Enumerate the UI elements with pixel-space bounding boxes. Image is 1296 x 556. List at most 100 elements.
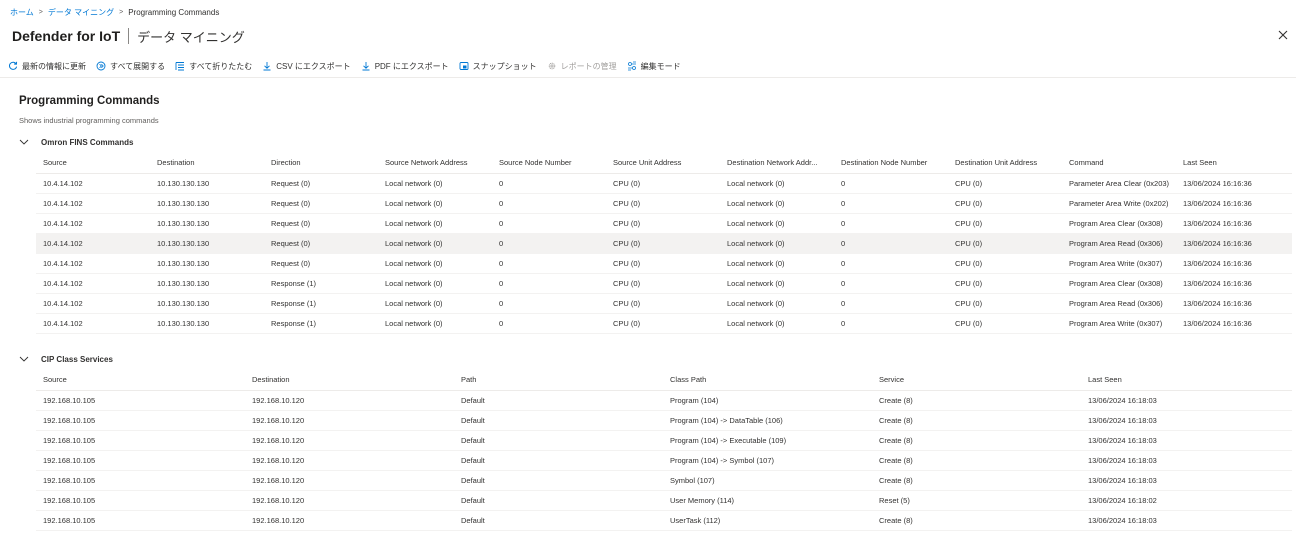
column-header[interactable]: Source Network Address bbox=[378, 153, 492, 174]
column-header[interactable]: Source Unit Address bbox=[606, 153, 720, 174]
report-manage-button[interactable]: レポートの管理 bbox=[547, 61, 617, 72]
table-row[interactable]: 192.168.10.105 192.168.10.120 Default UserT… bbox=[36, 510, 1292, 532]
breadcrumb-current: Programming Commands bbox=[128, 7, 220, 17]
table-row[interactable]: 192.168.10.105 192.168.10.120 Default Progr… bbox=[36, 390, 1292, 411]
column-header[interactable]: Destination Node Number bbox=[834, 153, 948, 174]
table-cell: 13/06/2024 16:16:36 bbox=[1176, 253, 1292, 274]
column-header[interactable]: Direction bbox=[264, 153, 378, 174]
table-cell: Program (104) -> DataTable (106) bbox=[663, 410, 872, 431]
table-cell: 10.130.130.130 bbox=[150, 173, 264, 194]
download-icon bbox=[263, 62, 271, 71]
table-cell: 192.168.10.120 bbox=[245, 390, 454, 411]
table-cell: 13/06/2024 16:16:36 bbox=[1176, 313, 1292, 335]
table-row[interactable]: 10.4.14.102 10.130.130.130 Response (1) Loc… bbox=[36, 293, 1292, 315]
snapshot-button[interactable]: スナップショット bbox=[459, 61, 537, 72]
table-cell: Parameter Area Write (0x202) bbox=[1062, 193, 1176, 214]
table-row[interactable]: 10.4.14.102 10.130.130.130 Request (0) Loca… bbox=[36, 193, 1292, 214]
collapse-all-button[interactable]: すべて折りたたむ bbox=[175, 61, 252, 72]
table-cell: 10.4.14.102 bbox=[36, 293, 150, 315]
table-row[interactable]: 192.168.10.105 192.168.10.120 Default User … bbox=[36, 490, 1292, 512]
table-header-row: Source Destination Path Class Path Service La… bbox=[36, 370, 1292, 391]
table-cell: Local network (0) bbox=[378, 193, 492, 214]
column-header[interactable]: Source bbox=[36, 153, 150, 174]
expand-all-button[interactable]: すべて展開する bbox=[96, 61, 165, 72]
group-header-cip[interactable]: CIP Class Services bbox=[19, 353, 113, 365]
column-header[interactable]: Class Path bbox=[663, 370, 872, 391]
column-header[interactable]: Destination bbox=[150, 153, 264, 174]
table-cell: Request (0) bbox=[264, 173, 378, 194]
table-row[interactable]: 192.168.10.105 192.168.10.120 Default Progr… bbox=[36, 430, 1292, 451]
column-header[interactable]: Last Seen bbox=[1081, 370, 1292, 391]
table-cell: 0 bbox=[492, 313, 606, 335]
table-row[interactable]: 10.4.14.102 10.130.130.130 Request (0) Loca… bbox=[36, 213, 1292, 234]
refresh-button[interactable]: 最新の情報に更新 bbox=[8, 61, 86, 72]
table-cell: Response (1) bbox=[264, 273, 378, 295]
chevron-down-icon bbox=[19, 356, 29, 362]
table-cell: 0 bbox=[492, 193, 606, 214]
collapse-all-icon bbox=[175, 62, 185, 71]
table-cell: 13/06/2024 16:16:36 bbox=[1176, 293, 1292, 315]
table-cell: CPU (0) bbox=[606, 213, 720, 234]
table-cell: Local network (0) bbox=[720, 193, 834, 214]
group-header-omron[interactable]: Omron FINS Commands bbox=[19, 136, 133, 148]
table-cell: Default bbox=[454, 470, 663, 491]
table-cell: 0 bbox=[834, 253, 948, 274]
table-cell: 13/06/2024 16:18:03 bbox=[1081, 430, 1292, 451]
table-cell: 13/06/2024 16:18:03 bbox=[1081, 470, 1292, 491]
table-cell: Program Area Read (0x306) bbox=[1062, 293, 1176, 315]
column-header[interactable]: Service bbox=[872, 370, 1081, 391]
table-cell: 0 bbox=[492, 273, 606, 295]
table-cell: Local network (0) bbox=[378, 173, 492, 194]
command-bar: 最新の情報に更新 すべて展開する すべて折りたたむ CSV にエクスポート PD… bbox=[8, 58, 691, 74]
table-cell: 10.4.14.102 bbox=[36, 233, 150, 254]
table-row[interactable]: 192.168.10.105 192.168.10.120 Default Progr… bbox=[36, 450, 1292, 471]
table-cell: Request (0) bbox=[264, 193, 378, 214]
close-button[interactable] bbox=[1276, 28, 1290, 42]
column-header[interactable]: Source bbox=[36, 370, 245, 391]
table-cell: Parameter Area Clear (0x203) bbox=[1062, 173, 1176, 194]
table-cell: 13/06/2024 16:16:36 bbox=[1176, 233, 1292, 254]
snapshot-icon bbox=[459, 62, 469, 70]
table-row[interactable]: 10.4.14.102 10.130.130.130 Request (0) Loca… bbox=[36, 173, 1292, 194]
column-header[interactable]: Destination Unit Address bbox=[948, 153, 1062, 174]
export-csv-button[interactable]: CSV にエクスポート bbox=[262, 61, 351, 72]
table-cell: 10.4.14.102 bbox=[36, 313, 150, 335]
table-cell: 10.130.130.130 bbox=[150, 233, 264, 254]
edit-mode-button[interactable]: 編集モード bbox=[627, 61, 681, 72]
table-row[interactable]: 192.168.10.105 192.168.10.120 Default Symbo… bbox=[36, 470, 1292, 491]
table-cell: 0 bbox=[834, 213, 948, 234]
collapse-all-label: すべて折りたたむ bbox=[189, 61, 253, 71]
breadcrumb-home-link[interactable]: ホーム bbox=[10, 7, 34, 18]
table-cell: Local network (0) bbox=[378, 273, 492, 295]
table-cell: CPU (0) bbox=[606, 233, 720, 254]
table-cell: 192.168.10.105 bbox=[36, 450, 245, 471]
table-row[interactable]: 192.168.10.105 192.168.10.120 Default Progr… bbox=[36, 410, 1292, 431]
table-row[interactable]: 10.4.14.102 10.130.130.130 Response (1) Loc… bbox=[36, 273, 1292, 295]
table-row[interactable]: 10.4.14.102 10.130.130.130 Request (0) Loca… bbox=[36, 253, 1292, 274]
table-cell: 192.168.10.120 bbox=[245, 510, 454, 532]
breadcrumb-data-mining-link[interactable]: データ マイニング bbox=[48, 7, 114, 18]
table-cell: Program Area Write (0x307) bbox=[1062, 313, 1176, 335]
table-cell: 0 bbox=[492, 173, 606, 194]
table-cell: Symbol (107) bbox=[663, 470, 872, 491]
column-header[interactable]: Path bbox=[454, 370, 663, 391]
table-row[interactable]: 10.4.14.102 10.130.130.130 Response (1) Loc… bbox=[36, 313, 1292, 335]
table-cell: Program (104) -> Executable (109) bbox=[663, 430, 872, 451]
table-cell: Local network (0) bbox=[720, 213, 834, 234]
column-header[interactable]: Source Node Number bbox=[492, 153, 606, 174]
table-cell: 192.168.10.120 bbox=[245, 490, 454, 512]
breadcrumb: ホーム > データ マイニング > Programming Commands bbox=[10, 6, 219, 18]
column-header[interactable]: Command bbox=[1062, 153, 1176, 174]
column-header[interactable]: Last Seen bbox=[1176, 153, 1292, 174]
column-header[interactable]: Destination bbox=[245, 370, 454, 391]
group-title-cip: CIP Class Services bbox=[41, 354, 113, 364]
export-pdf-button[interactable]: PDF にエクスポート bbox=[361, 61, 449, 72]
table-row[interactable]: 10.4.14.102 10.130.130.130 Request (0) Loca… bbox=[36, 233, 1292, 254]
table-cell: Default bbox=[454, 430, 663, 451]
column-header[interactable]: Destination Network Addr... bbox=[720, 153, 834, 174]
edit-mode-label: 編集モード bbox=[640, 61, 681, 71]
table-cell: 10.130.130.130 bbox=[150, 313, 264, 335]
gear-icon bbox=[548, 62, 555, 70]
table-cell: 0 bbox=[492, 293, 606, 315]
page-title: Programming Commands bbox=[19, 95, 160, 107]
